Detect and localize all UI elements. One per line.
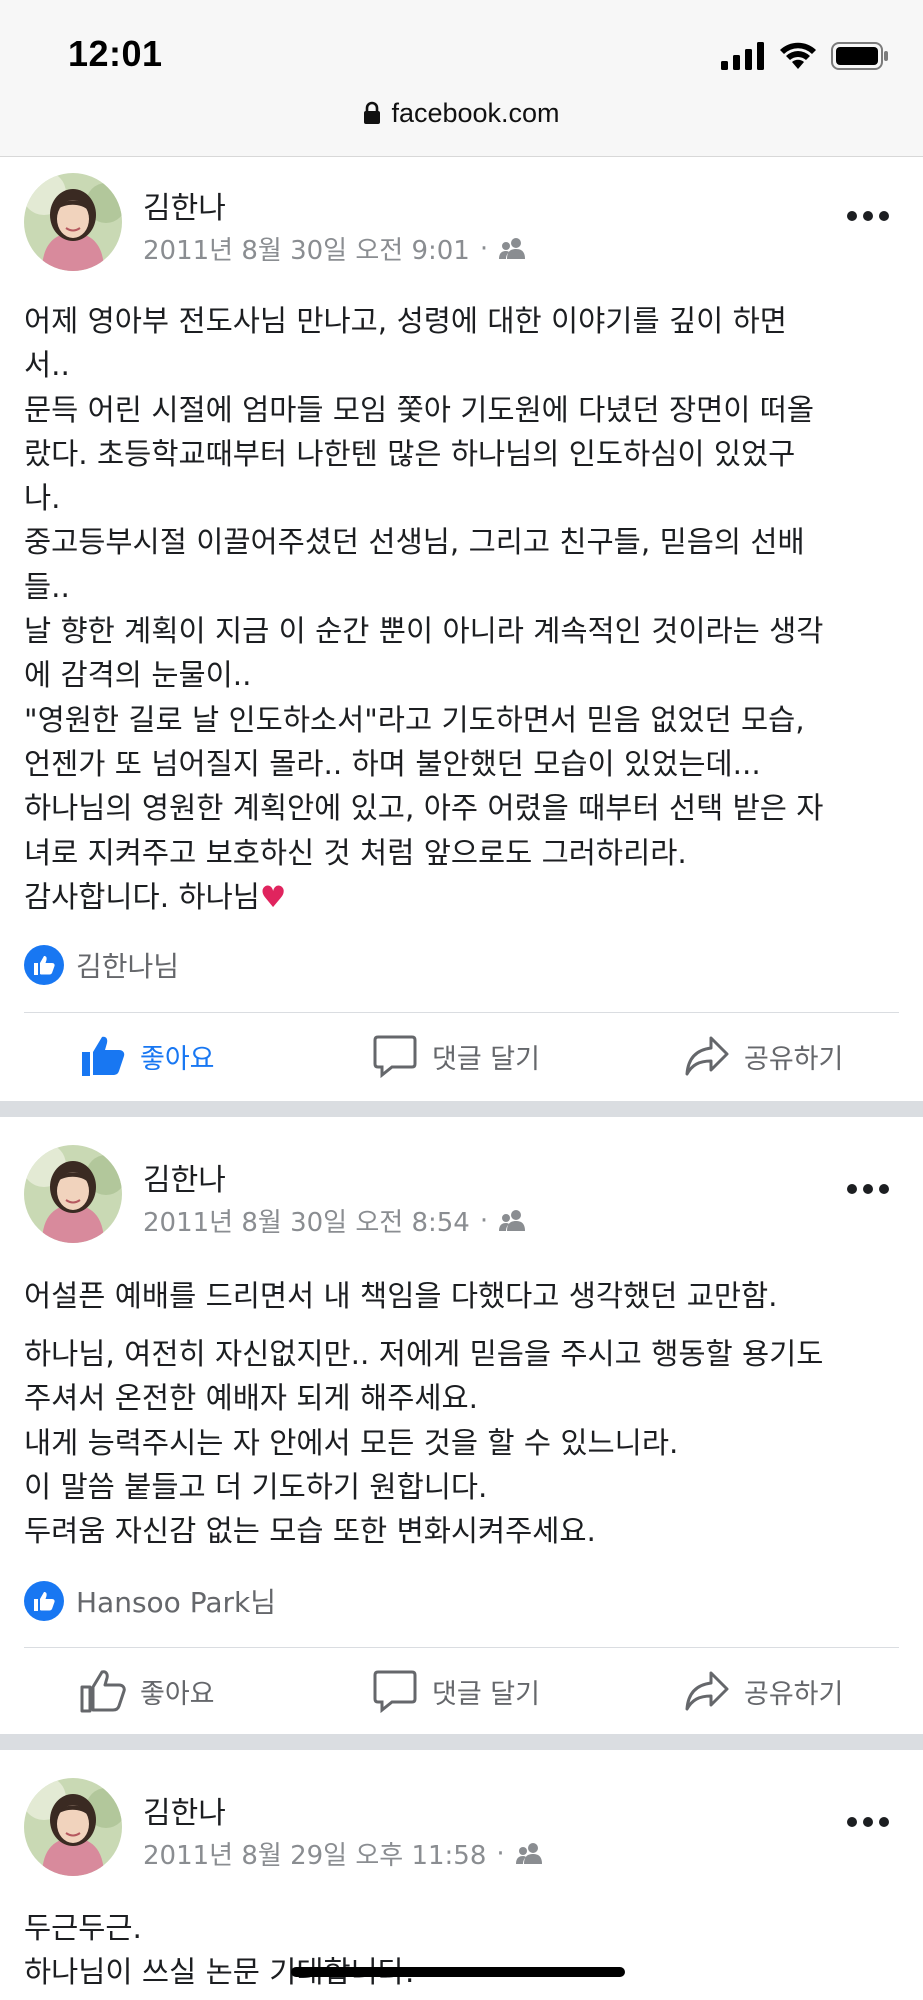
comment-label: 댓글 달기 [432,1043,540,1075]
comment-button[interactable]: 댓글 달기 [372,1013,540,1099]
post-author[interactable]: 김한나 [143,183,226,227]
status-icons [721,42,889,70]
post-meta: 2011년 8월 30일 오전 8:54 · [143,1202,528,1239]
share-button[interactable]: 공유하기 [684,1013,843,1099]
friends-icon [499,1209,526,1231]
meta-dot: · [479,233,489,264]
status-time: 12:01 [68,33,163,74]
post-text-lead: 어설픈 예배를 드리면서 내 책임을 다했다고 생각했던 교만함. [24,1279,778,1313]
address-bar[interactable]: facebook.com [0,98,923,129]
post: 김한나 2011년 8월 29일 오후 11:58 · 두근두근. 하나님이 쓰… [0,1750,923,2000]
like-label: 좋아요 [140,1043,215,1075]
home-indicator[interactable] [291,1967,625,1977]
avatar[interactable] [24,1778,122,1876]
url-text: facebook.com [391,98,560,128]
thumbs-up-icon [82,1036,125,1076]
post-author[interactable]: 김한나 [143,1788,226,1832]
post-actions: 좋아요 댓글 달기 공유하기 [0,1648,923,1734]
share-button[interactable]: 공유하기 [684,1648,843,1734]
lock-icon [364,101,381,124]
meta-dot: · [496,1838,505,1869]
heart-emoji: ♥ [259,879,287,914]
more-icon[interactable] [846,1183,890,1195]
post: 김한나 2011년 8월 30일 오전 8:54 · 어설픈 예배를 드리면서 … [0,1117,923,1734]
post-separator [0,1734,923,1750]
comment-label: 댓글 달기 [432,1678,540,1710]
post-actions: 좋아요 댓글 달기 공유하기 [0,1013,923,1099]
avatar[interactable] [24,1145,122,1243]
comment-button[interactable]: 댓글 달기 [372,1648,540,1734]
like-reaction-icon [24,1581,64,1621]
signal-icon [721,42,764,70]
browser-status-bar: 12:01 facebook.com [0,0,923,157]
post-timestamp[interactable]: 2011년 8월 30일 오전 9:01 [143,230,470,267]
post-meta: 2011년 8월 30일 오전 9:01 · [143,230,528,267]
share-icon [685,1036,729,1076]
like-button[interactable]: 좋아요 [80,1648,215,1734]
reaction-summary[interactable]: Hansoo Park님 [24,1581,276,1621]
thumbs-up-icon [80,1670,126,1713]
post-text: 두근두근. 하나님이 쓰실 논문 기대합니다. [24,1911,414,1990]
like-button[interactable]: 좋아요 [80,1013,215,1099]
post-timestamp[interactable]: 2011년 8월 29일 오후 11:58 [143,1835,486,1872]
avatar[interactable] [24,173,122,271]
post: 김한나 2011년 8월 30일 오전 9:01 · 어제 영아부 전도사님 만… [0,157,923,1101]
post-timestamp[interactable]: 2011년 8월 30일 오전 8:54 [143,1202,470,1239]
reaction-names: 김한나님 [76,950,180,983]
post-text-content: 어제 영아부 전도사님 만나고, 성령에 대한 이야기를 깊이 하면 서.. 문… [24,304,824,914]
like-label: 좋아요 [140,1678,215,1710]
reaction-names: Hansoo Park님 [76,1586,276,1619]
comment-icon [373,1035,417,1078]
battery-icon [831,42,888,70]
share-label: 공유하기 [744,1043,844,1075]
meta-dot: · [479,1205,489,1236]
wifi-icon [780,42,816,69]
post-author[interactable]: 김한나 [143,1155,226,1199]
share-icon [685,1671,729,1711]
more-icon[interactable] [846,1816,890,1828]
post-text: 어제 영아부 전도사님 만나고, 성령에 대한 이야기를 깊이 하면 서.. 문… [24,299,903,919]
like-reaction-icon [24,945,64,985]
friends-icon [515,1842,542,1864]
more-icon[interactable] [846,210,890,222]
reaction-summary[interactable]: 김한나님 [24,945,179,985]
post-text: 하나님, 여전히 자신없지만.. 저에게 믿음을 주시고 행동할 용기도 주셔서… [24,1337,824,1549]
friends-icon [499,237,526,259]
share-label: 공유하기 [744,1678,844,1710]
post-separator [0,1101,923,1117]
post-meta: 2011년 8월 29일 오후 11:58 · [143,1835,545,1872]
comment-icon [373,1670,417,1713]
